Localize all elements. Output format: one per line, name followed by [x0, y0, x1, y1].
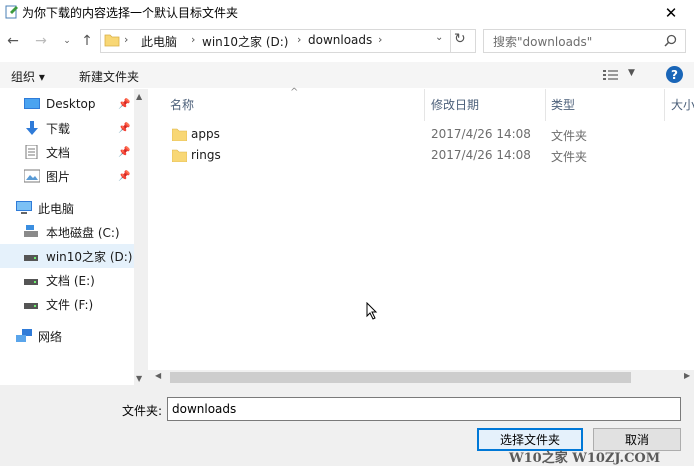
forward-icon[interactable]: → — [30, 29, 52, 53]
column-separator[interactable] — [545, 89, 546, 121]
folder-icon — [172, 149, 187, 162]
network-icon — [16, 329, 32, 342]
breadcrumb-drive[interactable]: win10之家 (D:) — [202, 33, 289, 50]
file-date: 2017/4/26 14:08 — [431, 127, 531, 141]
breadcrumb-this-pc[interactable]: 此电脑 — [141, 33, 177, 50]
column-separator[interactable] — [664, 89, 665, 121]
app-icon — [5, 5, 18, 19]
sidebar-item-drive-f[interactable]: 文件 (F:) — [0, 292, 134, 316]
sidebar-item-label: 本地磁盘 (C:) — [46, 225, 120, 240]
sidebar-item-label: Desktop — [46, 97, 96, 111]
new-folder-button[interactable]: 新建文件夹 — [79, 68, 139, 85]
search-placeholder: 搜索"downloads" — [493, 35, 593, 49]
sidebar-item-label: 文档 — [46, 145, 71, 160]
sort-ascending-icon: ^ — [290, 87, 299, 98]
picture-icon — [24, 169, 40, 183]
scroll-down-icon[interactable]: ▼ — [136, 374, 142, 383]
sidebar-item-label: 文档 (E:) — [46, 273, 95, 288]
organize-menu[interactable]: 组织 ▾ — [11, 68, 45, 85]
pin-icon: 📌 — [118, 122, 131, 134]
column-header-type[interactable]: 类型 — [551, 96, 575, 113]
file-row-apps[interactable]: apps 2017/4/26 14:08 文件夹 — [164, 125, 694, 145]
sidebar-item-downloads[interactable]: 下载 📌 — [0, 116, 134, 140]
column-header-size[interactable]: 大小 — [671, 96, 694, 113]
drive-icon — [24, 279, 38, 285]
sidebar-item-this-pc[interactable]: 此电脑 — [0, 196, 134, 220]
breadcrumb-separator-icon: › — [191, 33, 196, 46]
file-row-rings[interactable]: rings 2017/4/26 14:08 文件夹 — [164, 146, 694, 166]
drive-icon — [24, 225, 38, 237]
close-button[interactable]: ✕ — [648, 0, 694, 26]
sidebar-item-label: 下载 — [46, 121, 71, 136]
address-divider — [450, 29, 451, 53]
file-name: rings — [191, 148, 221, 162]
folder-icon — [172, 128, 187, 141]
folder-icon — [104, 34, 120, 47]
pin-icon: 📌 — [118, 98, 131, 110]
folder-field-label: 文件夹: — [122, 404, 163, 418]
recent-locations-chevron-icon[interactable]: ⌄ — [56, 29, 78, 53]
scroll-left-icon[interactable]: ◀ — [155, 371, 161, 380]
search-icon[interactable] — [664, 34, 677, 47]
column-header-name[interactable]: 名称 — [170, 96, 194, 113]
view-options-icon[interactable] — [603, 69, 619, 81]
computer-icon — [16, 201, 32, 214]
download-arrow-icon — [26, 121, 38, 135]
pin-icon: 📌 — [118, 146, 131, 158]
file-name: apps — [191, 127, 220, 141]
navigation-pane: Desktop 📌 下载 📌 文档 📌 图片 📌 此电脑 本地磁盘 (C:) w… — [0, 89, 134, 385]
column-header-date[interactable]: 修改日期 — [431, 96, 479, 113]
breadcrumb-separator-icon: › — [297, 33, 302, 46]
sidebar-item-label: 网络 — [38, 329, 63, 344]
column-separator[interactable] — [424, 89, 425, 121]
document-icon — [25, 145, 38, 159]
sidebar-item-label: 文件 (F:) — [46, 297, 94, 312]
drive-icon — [24, 303, 38, 309]
sidebar-item-label: 此电脑 — [38, 201, 75, 216]
mouse-cursor-icon — [366, 302, 378, 320]
view-dropdown-icon[interactable]: ▼ — [628, 68, 635, 78]
breadcrumb-downloads[interactable]: downloads — [308, 33, 372, 47]
sidebar-item-network[interactable]: 网络 — [0, 324, 134, 348]
window-title: 为你下载的内容选择一个默认目标文件夹 — [22, 6, 239, 20]
sidebar-item-pictures[interactable]: 图片 📌 — [0, 164, 134, 188]
desktop-icon — [24, 98, 40, 109]
help-icon[interactable]: ? — [666, 66, 683, 83]
pin-icon: 📌 — [118, 170, 131, 182]
file-date: 2017/4/26 14:08 — [431, 148, 531, 162]
scroll-right-icon[interactable]: ▶ — [684, 371, 690, 380]
sidebar-item-label: 图片 — [46, 169, 71, 184]
scrollbar-thumb[interactable] — [170, 372, 631, 383]
folder-name-input[interactable] — [167, 397, 681, 421]
sidebar-item-drive-e[interactable]: 文档 (E:) — [0, 268, 134, 292]
scroll-up-icon[interactable]: ▲ — [136, 92, 142, 101]
sidebar-item-drive-d[interactable]: win10之家 (D:) — [0, 244, 134, 268]
sidebar-item-documents[interactable]: 文档 📌 — [0, 140, 134, 164]
breadcrumb-separator-icon: › — [378, 33, 383, 46]
file-type: 文件夹 — [551, 129, 588, 143]
up-arrow-icon[interactable]: ↑ — [76, 29, 98, 53]
watermark-logo: W10之家 W10ZJ.COM — [509, 451, 661, 466]
navigation-pane-scrollbar[interactable] — [134, 89, 148, 385]
back-icon[interactable]: ← — [2, 29, 24, 53]
sidebar-item-desktop[interactable]: Desktop 📌 — [0, 92, 134, 116]
sidebar-item-drive-c[interactable]: 本地磁盘 (C:) — [0, 220, 134, 244]
drive-icon — [24, 255, 38, 261]
breadcrumb-separator-icon: › — [124, 33, 129, 46]
refresh-icon[interactable]: ↻ — [454, 31, 466, 47]
file-type: 文件夹 — [551, 150, 588, 164]
address-dropdown-icon[interactable]: ⌄ — [435, 32, 443, 43]
sidebar-item-label: win10之家 (D:) — [46, 249, 133, 264]
